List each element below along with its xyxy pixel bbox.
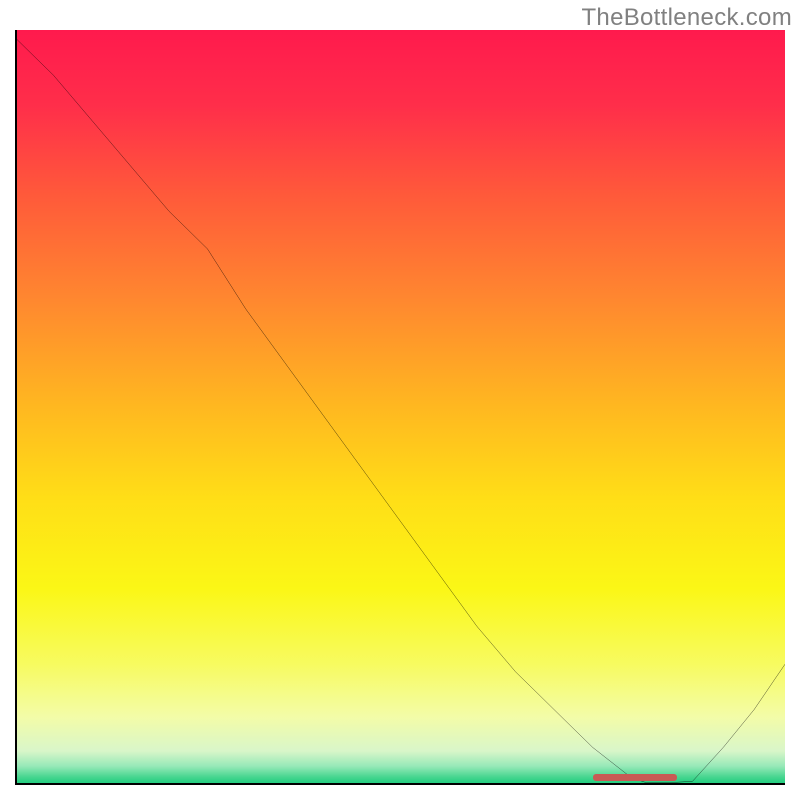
watermark-text: TheBottleneck.com <box>581 4 792 32</box>
bottleneck-curve <box>15 30 785 785</box>
chart-container: TheBottleneck.com <box>0 0 800 800</box>
plot-area <box>15 30 785 785</box>
optimum-range-marker <box>593 774 678 781</box>
